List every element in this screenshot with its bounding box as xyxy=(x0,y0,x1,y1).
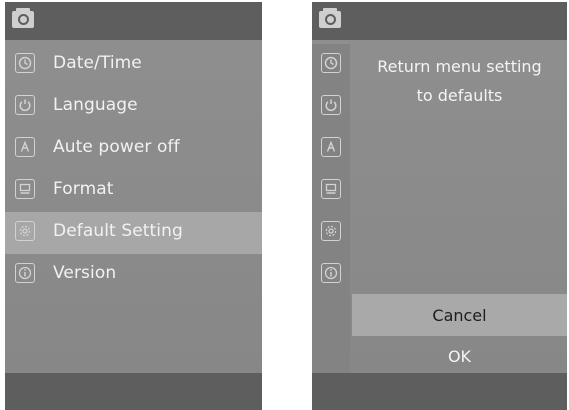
settings-screen: Date/Time Language Aute power off Format… xyxy=(5,2,262,410)
a-box-icon xyxy=(321,137,341,157)
menu-label: Date/Time xyxy=(53,53,142,73)
camera-icon xyxy=(12,8,34,28)
menu-item-auto-power-off[interactable]: Aute power off xyxy=(5,128,262,170)
ok-button[interactable]: OK xyxy=(352,336,567,376)
power-icon xyxy=(15,95,35,115)
bottom-bar xyxy=(312,373,567,410)
menu-item-version[interactable]: Version xyxy=(5,254,262,296)
menu-item-default-setting[interactable]: Default Setting xyxy=(5,212,262,254)
format-icon xyxy=(321,179,341,199)
menu-label: Language xyxy=(53,95,138,115)
clock-icon xyxy=(321,53,341,73)
menu-label: Aute power off xyxy=(53,137,180,157)
menu-label: Version xyxy=(53,263,117,283)
menu-item-format[interactable]: Format xyxy=(5,170,262,212)
menu-icon-column xyxy=(312,44,350,373)
power-icon xyxy=(321,95,341,115)
cancel-button[interactable]: Cancel xyxy=(352,294,567,336)
format-icon xyxy=(15,179,35,199)
gear-icon xyxy=(15,221,35,241)
menu-label: Format xyxy=(53,179,114,199)
a-box-icon xyxy=(15,137,35,157)
dialog-message-line-2: to defaults xyxy=(416,86,503,105)
clock-icon xyxy=(15,53,35,73)
camera-icon xyxy=(319,8,341,28)
menu-label: Default Setting xyxy=(53,221,183,241)
menu-item-date-time[interactable]: Date/Time xyxy=(5,44,262,86)
top-bar xyxy=(312,2,567,40)
info-icon xyxy=(321,263,341,283)
top-bar xyxy=(5,2,262,40)
dialog-message: Return menu setting to defaults xyxy=(352,52,567,110)
bottom-bar xyxy=(5,373,262,410)
settings-menu: Date/Time Language Aute power off Format… xyxy=(5,44,262,296)
menu-item-language[interactable]: Language xyxy=(5,86,262,128)
dialog-message-line-1: Return menu setting xyxy=(377,57,542,76)
gear-icon xyxy=(321,221,341,241)
info-icon xyxy=(15,263,35,283)
default-setting-dialog-screen: Return menu setting to defaults Cancel O… xyxy=(312,2,567,410)
reset-confirm-dialog: Return menu setting to defaults Cancel O… xyxy=(352,44,567,373)
